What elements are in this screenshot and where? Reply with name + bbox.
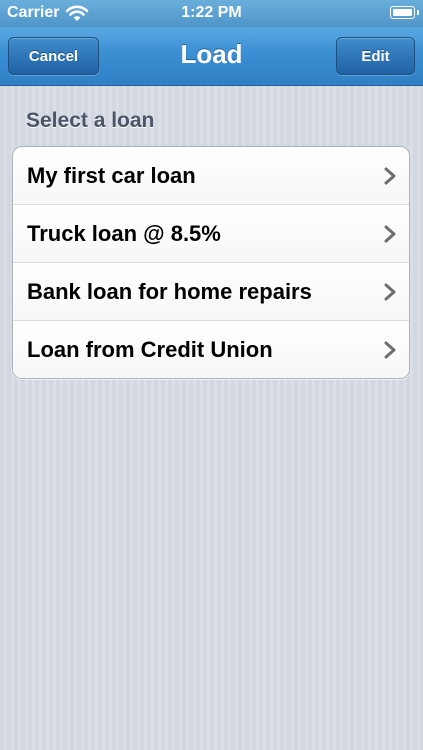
loan-row-label: Bank loan for home repairs bbox=[27, 278, 312, 304]
chevron-right-icon bbox=[384, 167, 396, 184]
loan-row-label: Truck loan @ 8.5% bbox=[27, 220, 221, 246]
loan-row[interactable]: Loan from Credit Union bbox=[13, 321, 409, 378]
loan-list: My first car loan Truck loan @ 8.5% Bank… bbox=[12, 146, 410, 379]
chevron-right-icon bbox=[384, 341, 396, 358]
loan-row-label: Loan from Credit Union bbox=[27, 336, 273, 362]
loan-row[interactable]: Truck loan @ 8.5% bbox=[13, 205, 409, 263]
navigation-bar: Cancel Load Edit bbox=[0, 27, 423, 86]
loan-row[interactable]: My first car loan bbox=[13, 147, 409, 205]
battery-icon bbox=[390, 6, 419, 19]
status-bar: Carrier 1:22 PM bbox=[0, 0, 423, 27]
loan-row[interactable]: Bank loan for home repairs bbox=[13, 263, 409, 321]
status-time: 1:22 PM bbox=[181, 4, 242, 21]
chevron-right-icon bbox=[384, 283, 396, 300]
chevron-right-icon bbox=[384, 225, 396, 242]
edit-button[interactable]: Edit bbox=[336, 37, 415, 75]
loan-row-label: My first car loan bbox=[27, 162, 196, 188]
section-header: Select a loan bbox=[26, 109, 155, 132]
